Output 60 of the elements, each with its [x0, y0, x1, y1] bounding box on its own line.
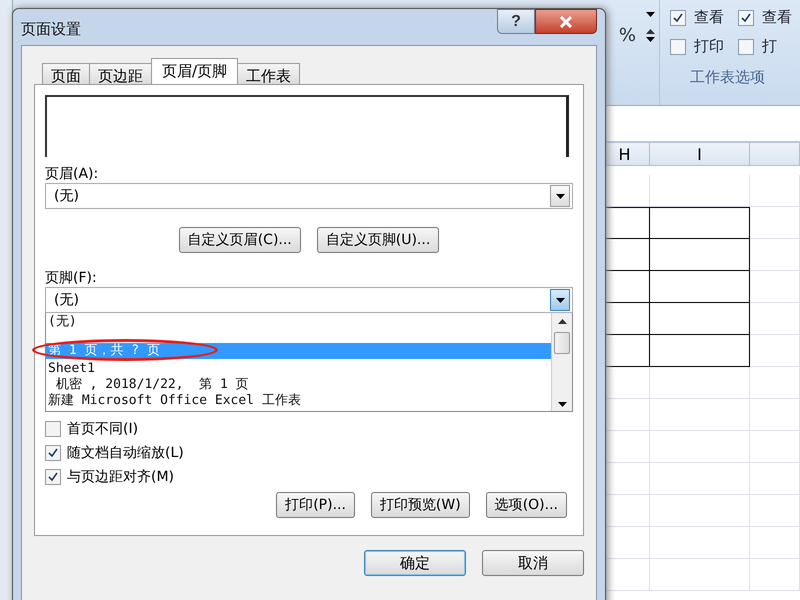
dialog-button[interactable]: 打印(P)...: [276, 492, 355, 518]
checkbox[interactable]: [738, 10, 754, 26]
dropdown-arrow-icon: [646, 12, 655, 17]
checkbox[interactable]: [670, 10, 686, 26]
checkmark-icon: [672, 12, 684, 24]
list-item[interactable]: 机密 , 2018/1/22, 第 1 页: [46, 377, 551, 393]
zoom-percent-label: %: [618, 25, 636, 46]
option-label: 打印: [694, 37, 724, 56]
checkbox-label: 与页边距对齐(M): [67, 468, 174, 486]
dropdown-arrow-icon: [556, 298, 564, 302]
custom-button[interactable]: 自定义页脚(U)...: [316, 227, 440, 253]
checkbox[interactable]: [45, 469, 61, 485]
column-header[interactable]: [750, 143, 800, 166]
checkbox-label: 首页不同(I): [67, 420, 138, 438]
option-label: 打: [762, 37, 777, 56]
list-item[interactable]: Sheet1: [46, 361, 551, 377]
sheet-cell[interactable]: [650, 303, 750, 335]
cancel-button[interactable]: 取消: [482, 550, 584, 576]
group-label: 工作表选项: [689, 68, 766, 87]
scroll-thumb[interactable]: [554, 332, 570, 354]
sheet-cell[interactable]: [650, 207, 750, 239]
checkmark-icon: [740, 12, 752, 24]
column-header[interactable]: I: [650, 143, 750, 166]
tab[interactable]: 页眉/页脚: [151, 58, 238, 84]
option-label: 查看: [694, 8, 724, 27]
dropdown-arrow-icon: [556, 194, 564, 198]
dialog-button[interactable]: 打印预览(W): [370, 492, 470, 518]
scrollbar[interactable]: [551, 313, 572, 411]
checkmark-icon: [47, 447, 59, 459]
help-button[interactable]: ?: [497, 9, 535, 34]
ok-button[interactable]: 确定: [364, 550, 466, 576]
checkmark-icon: [47, 471, 59, 483]
scroll-up-icon: [558, 319, 566, 324]
window-title: 页面设置: [21, 20, 81, 39]
list-item[interactable]: 新建 Microsoft Office Excel 工作表: [46, 393, 551, 409]
tab[interactable]: 页边距: [89, 63, 152, 84]
checkbox-label: 随文档自动缩放(L): [67, 444, 184, 462]
close-button[interactable]: [535, 9, 597, 34]
checkbox[interactable]: [45, 421, 61, 437]
spinner-icon[interactable]: [646, 29, 655, 42]
list-item[interactable]: (无): [46, 314, 551, 330]
sheet-cell[interactable]: [650, 239, 750, 271]
checkbox[interactable]: [45, 445, 61, 461]
checkbox[interactable]: [738, 38, 754, 54]
header-label: 页眉(A):: [45, 165, 100, 183]
up-arrow-icon: [646, 29, 655, 34]
option-label: 查看: [762, 8, 792, 27]
sheet-cell[interactable]: [650, 271, 750, 303]
tab[interactable]: 工作表: [237, 63, 300, 84]
dialog-button[interactable]: 选项(O)...: [486, 492, 567, 518]
scroll-down-icon: [558, 402, 566, 407]
footer-label: 页脚(F):: [45, 269, 98, 287]
down-arrow-icon: [646, 37, 655, 42]
header-dropdown[interactable]: (无): [45, 183, 573, 209]
sheet-cell[interactable]: [650, 335, 750, 367]
checkbox[interactable]: [670, 38, 686, 54]
footer-dropdown[interactable]: (无): [45, 287, 573, 313]
tab[interactable]: 页面: [42, 63, 90, 84]
custom-button[interactable]: 自定义页眉(C)...: [178, 227, 301, 253]
close-icon: [559, 16, 573, 28]
